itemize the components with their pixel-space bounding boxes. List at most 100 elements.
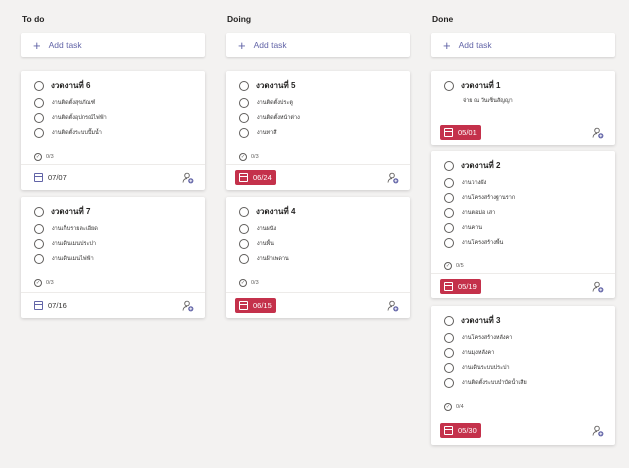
checklist-item: งานทาสี — [239, 128, 277, 138]
checklist-item-label: งานฝ้าเพดาน — [257, 256, 289, 262]
checklist-checkbox[interactable] — [239, 98, 249, 108]
complete-task-checkbox[interactable] — [34, 80, 44, 91]
complete-task-checkbox[interactable] — [444, 160, 454, 171]
checklist-checkbox[interactable] — [239, 239, 249, 249]
assign-user-icon[interactable] — [592, 281, 604, 293]
task-card[interactable]: งวดงานที่ 2 งานวางผัง งานโครงสร้างฐานราก… — [431, 151, 615, 298]
checklist-item-label: งานผนัง — [257, 226, 277, 232]
task-card[interactable]: งวดงานที่ 5 งานติดตั้งประตู งานติดตั้งหน… — [226, 71, 410, 190]
assign-user-icon[interactable] — [592, 425, 604, 437]
checkmark-icon: ✓ — [34, 153, 42, 161]
checklist-item-label: งานตอม่อ เสา — [462, 210, 496, 216]
progress-count: 0/3 — [46, 154, 54, 160]
checklist-checkbox[interactable] — [444, 363, 454, 373]
task-title: งวดงานที่ 4 — [256, 207, 296, 216]
checklist-checkbox[interactable] — [34, 113, 44, 123]
progress-count: 0/4 — [456, 404, 464, 410]
complete-task-checkbox[interactable] — [34, 206, 44, 217]
checklist-checkbox[interactable] — [444, 223, 454, 233]
checklist-item: งานโครงสร้างหลังคา — [444, 333, 512, 343]
checklist-item: งานติดตั้งระบบปั๊มน้ำ — [34, 128, 102, 138]
checklist-item: งานมุงหลังคา — [444, 348, 494, 358]
due-date-badge[interactable]: 06/24 — [235, 170, 276, 185]
complete-task-checkbox[interactable] — [444, 315, 454, 326]
checklist-item-label: งานคาน — [462, 225, 483, 231]
task-card[interactable]: งวดงานที่ 6 งานติดตั้งสุขภัณฑ์ งานติดตั้… — [21, 71, 205, 190]
checklist-item-label: งานเดินเมนไฟฟ้า — [52, 256, 94, 262]
card-footer: 05/30 — [431, 418, 615, 444]
add-task-label: Add task — [253, 40, 287, 50]
calendar-icon — [444, 426, 453, 435]
task-description: จ่าย ณ วันเซ็นสัญญา — [463, 98, 513, 104]
task-card[interactable]: งวดงานที่ 1 จ่าย ณ วันเซ็นสัญญา 05/01 — [431, 71, 615, 145]
due-date-badge[interactable]: 06/15 — [235, 298, 276, 313]
due-date-badge[interactable]: 05/30 — [440, 423, 481, 438]
task-board: To do + Add task งวดงานที่ 6 งานติดตั้งส… — [0, 0, 629, 468]
bucket-title: To do — [22, 14, 45, 24]
checklist-checkbox[interactable] — [34, 224, 44, 234]
checklist-checkbox[interactable] — [444, 193, 454, 203]
complete-task-checkbox[interactable] — [239, 80, 249, 91]
checklist-item-label: งานโครงสร้างฐานราก — [462, 195, 516, 201]
due-date-badge[interactable]: 05/01 — [440, 125, 481, 140]
due-date-badge[interactable]: 05/19 — [440, 279, 481, 294]
task-card[interactable]: งวดงานที่ 7 งานเก็บรายละเอียด งานเดินเมน… — [21, 197, 205, 318]
checklist-item-label: งานติดตั้งระบบปั๊มน้ำ — [52, 130, 102, 136]
checklist-checkbox[interactable] — [34, 254, 44, 264]
progress-count: 0/3 — [251, 154, 259, 160]
card-footer: 07/07 — [21, 164, 205, 190]
checklist-item: งานเก็บรายละเอียด — [34, 224, 98, 234]
assign-user-icon[interactable] — [182, 300, 194, 312]
checklist-checkbox[interactable] — [34, 98, 44, 108]
due-date: 05/19 — [458, 282, 477, 291]
checklist-checkbox[interactable] — [444, 378, 454, 388]
complete-task-checkbox[interactable] — [444, 80, 454, 91]
assign-user-icon[interactable] — [387, 300, 399, 312]
assign-user-icon[interactable] — [387, 172, 399, 184]
checklist-checkbox[interactable] — [239, 128, 249, 138]
assign-user-icon[interactable] — [592, 127, 604, 139]
checklist-item: งานติดตั้งสุขภัณฑ์ — [34, 98, 95, 108]
task-card[interactable]: งวดงานที่ 3 งานโครงสร้างหลังคา งานมุงหลั… — [431, 306, 615, 445]
task-card[interactable]: งวดงานที่ 4 งานผนัง งานพื้น งานฝ้าเพดาน … — [226, 197, 410, 318]
checklist-item: งานเดินเมนประปา — [34, 239, 96, 249]
checklist-checkbox[interactable] — [239, 113, 249, 123]
add-task-button[interactable]: + Add task — [431, 33, 615, 57]
checklist-checkbox[interactable] — [444, 178, 454, 188]
bucket-title: Done — [432, 14, 454, 24]
checklist-checkbox[interactable] — [444, 333, 454, 343]
checklist-item-label: งานมุงหลังคา — [462, 350, 495, 356]
task-title: งวดงานที่ 5 — [256, 81, 296, 90]
add-task-label: Add task — [48, 40, 82, 50]
checklist-checkbox[interactable] — [444, 208, 454, 218]
due-date: 05/30 — [458, 426, 477, 435]
checklist-item-label: งานเดินระบบประปา — [462, 365, 510, 371]
calendar-icon — [239, 173, 248, 182]
checklist-checkbox[interactable] — [34, 239, 44, 249]
assign-user-icon[interactable] — [182, 172, 194, 184]
checkmark-icon: ✓ — [34, 279, 42, 287]
due-date: 05/01 — [458, 128, 477, 137]
complete-task-checkbox[interactable] — [239, 206, 249, 217]
card-footer: 05/19 — [431, 273, 615, 299]
checklist-item-label: งานติดตั้งสุขภัณฑ์ — [52, 100, 96, 106]
due-date-badge[interactable]: 07/07 — [30, 170, 71, 185]
task-title-row: งวดงานที่ 5 — [239, 79, 295, 92]
card-footer: 07/16 — [21, 292, 205, 318]
checklist-checkbox[interactable] — [239, 224, 249, 234]
checklist-checkbox[interactable] — [444, 238, 454, 248]
calendar-icon — [34, 173, 43, 182]
card-footer: 06/24 — [226, 164, 410, 190]
add-task-button[interactable]: + Add task — [21, 33, 205, 57]
checklist-checkbox[interactable] — [444, 348, 454, 358]
checklist-item-label: งานทาสี — [257, 130, 277, 136]
checklist-item-label: งานติดตั้งอุปกรณ์ไฟฟ้า — [52, 115, 107, 121]
checklist-checkbox[interactable] — [239, 254, 249, 264]
checklist-item-label: งานติดตั้งระบบบำบัดน้ำเสีย — [462, 380, 527, 386]
checklist-checkbox[interactable] — [34, 128, 44, 138]
due-date: 06/15 — [253, 301, 272, 310]
calendar-icon — [239, 301, 248, 310]
due-date-badge[interactable]: 07/16 — [30, 298, 71, 313]
add-task-button[interactable]: + Add task — [226, 33, 410, 57]
checklist-item-label: งานโครงสร้างพื้น — [462, 240, 504, 246]
